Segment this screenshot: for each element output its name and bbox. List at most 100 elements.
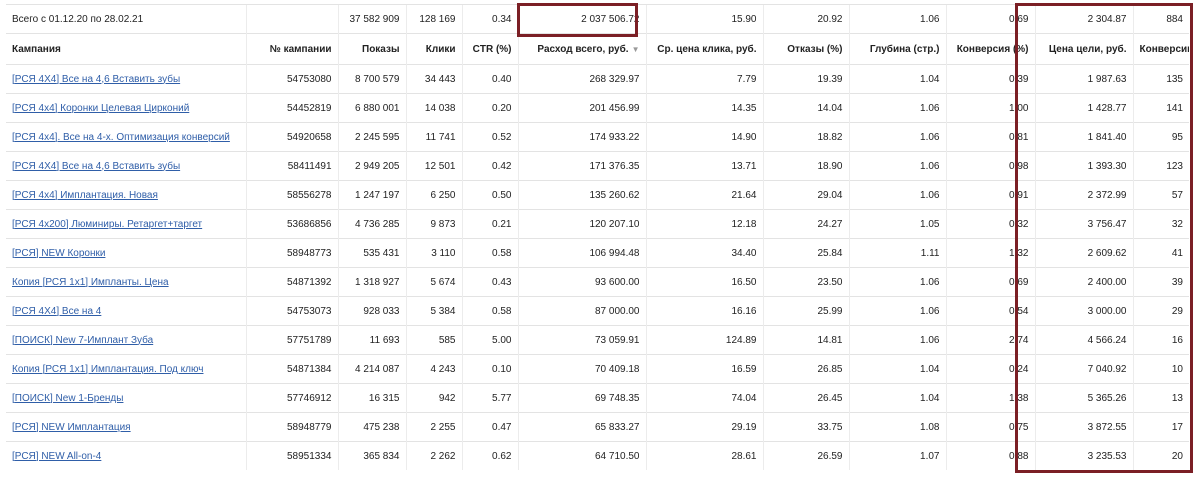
col-ctr-header[interactable]: CTR (%) [461,33,518,65]
col-conversions-header[interactable]: Конверсии [1132,33,1189,65]
goal-cost-cell: 2 372.99 [1034,180,1133,210]
campaign-name-cell: Копия [РСЯ 1х1] Имплантация. Под ключ [6,354,246,384]
col-bounces-header[interactable]: Отказы (%) [762,33,849,65]
conversion-cell: 0.98 [945,151,1035,181]
totals-row: Всего с 01.12.20 по 28.02.21 37 582 909 … [6,4,1189,34]
impressions-cell: 365 834 [337,441,406,470]
ctr-cell: 0.21 [461,209,518,239]
avg-cpc-cell: 21.64 [645,180,763,210]
ctr-cell: 5.00 [461,325,518,355]
spend-cell: 64 710.50 [517,441,646,470]
table-row: [РСЯ] NEW Коронки 58948773 535 431 3 110 0.5… [6,238,1189,268]
impressions-cell: 2 949 205 [337,151,406,181]
spend-cell: 65 833.27 [517,412,646,442]
ctr-cell: 0.40 [461,64,518,94]
campaign-id: 58951334 [245,441,338,470]
campaign-link[interactable]: [РСЯ] NEW All-on-4 [12,451,101,462]
campaign-link[interactable]: [РСЯ 4х200] Люминиры. Ретаргет+таргет [12,219,202,230]
depth-cell: 1.06 [848,325,946,355]
campaign-name-cell: [ПОИСК] New 7-Имплант Зуба [6,325,246,355]
ctr-cell: 0.52 [461,122,518,152]
col-conversion-header[interactable]: Конверсия (%) [945,33,1035,65]
impressions-cell: 475 238 [337,412,406,442]
campaign-name-cell: [РСЯ 4х4] Имплантация. Новая [6,180,246,210]
impressions-cell: 928 033 [337,296,406,326]
ctr-cell: 0.58 [461,296,518,326]
col-depth-header[interactable]: Глубина (стр.) [848,33,946,65]
campaign-id: 54871384 [245,354,338,384]
conversion-cell: 0.88 [945,441,1035,470]
campaign-link[interactable]: [РСЯ 4Х4] Все на 4,6 Вставить зубы [12,161,180,172]
totals-depth: 1.06 [848,4,946,34]
spend-cell: 171 376.35 [517,151,646,181]
totals-clicks: 128 169 [405,4,462,34]
avg-cpc-cell: 16.50 [645,267,763,297]
campaign-name-cell: [РСЯ] NEW Имплантация [6,412,246,442]
campaign-id: 54452819 [245,93,338,123]
campaign-link[interactable]: [РСЯ] NEW Коронки [12,248,105,259]
goal-cost-cell: 5 365.26 [1034,383,1133,413]
conversion-cell: 2.74 [945,325,1035,355]
conversions-cell: 41 [1132,238,1189,268]
sort-down-icon[interactable]: ▼ [632,45,640,54]
depth-cell: 1.06 [848,267,946,297]
col-impressions-header[interactable]: Показы [337,33,406,65]
conversions-cell: 16 [1132,325,1189,355]
clicks-cell: 585 [405,325,462,355]
avg-cpc-cell: 29.19 [645,412,763,442]
campaign-link[interactable]: [РСЯ 4х4] Коронки Целевая Цирконий [12,103,189,114]
campaign-id: 54753080 [245,64,338,94]
col-clicks-header[interactable]: Клики [405,33,462,65]
impressions-cell: 535 431 [337,238,406,268]
avg-cpc-cell: 16.59 [645,354,763,384]
depth-cell: 1.06 [848,180,946,210]
table-row: [РСЯ 4х200] Люминиры. Ретаргет+таргет 536… [6,209,1189,239]
campaign-link[interactable]: Копия [РСЯ 1х1] Имплантация. Под ключ [12,364,203,375]
goal-cost-cell: 3 756.47 [1034,209,1133,239]
totals-spend: 2 037 506.72 [517,4,646,34]
col-goal-cost-header[interactable]: Цена цели, руб. [1034,33,1133,65]
conversion-cell: 0.75 [945,412,1035,442]
clicks-cell: 11 741 [405,122,462,152]
clicks-cell: 14 038 [405,93,462,123]
campaign-link[interactable]: [РСЯ 4х4]. Все на 4-х. Оптимизация конве… [12,132,230,143]
spend-cell: 106 994.48 [517,238,646,268]
bounces-cell: 19.39 [762,64,849,94]
campaign-link[interactable]: [РСЯ 4Х4] Все на 4 [12,306,101,317]
ctr-cell: 0.43 [461,267,518,297]
campaign-link[interactable]: [РСЯ 4х4] Имплантация. Новая [12,190,158,201]
avg-cpc-cell: 124.89 [645,325,763,355]
campaign-link[interactable]: [РСЯ] NEW Имплантация [12,422,131,433]
conversions-cell: 13 [1132,383,1189,413]
campaign-link[interactable]: [РСЯ 4Х4] Все на 4,6 Вставить зубы [12,74,180,85]
bounces-cell: 33.75 [762,412,849,442]
col-campaign-header[interactable]: Кампания [6,33,246,65]
impressions-cell: 6 880 001 [337,93,406,123]
clicks-cell: 6 250 [405,180,462,210]
goal-cost-cell: 1 428.77 [1034,93,1133,123]
conversion-cell: 0.54 [945,296,1035,326]
col-spend-header[interactable]: Расход всего, руб. ▼ [517,33,646,65]
campaign-link[interactable]: [ПОИСК] New 7-Имплант Зуба [12,335,153,346]
totals-bounces: 20.92 [762,4,849,34]
goal-cost-cell: 1 393.30 [1034,151,1133,181]
table-row: [РСЯ 4Х4] Все на 4,6 Вставить зубы 584114… [6,151,1189,181]
clicks-cell: 2 262 [405,441,462,470]
conversions-cell: 135 [1132,64,1189,94]
conversion-cell: 0.81 [945,122,1035,152]
campaign-name-cell: [РСЯ 4х4] Коронки Целевая Цирконий [6,93,246,123]
conversions-cell: 57 [1132,180,1189,210]
table-row: [ПОИСК] New 1-Бренды 57746912 16 315 942 5.7… [6,383,1189,413]
impressions-cell: 2 245 595 [337,122,406,152]
campaign-link[interactable]: Копия [РСЯ 1х1] Импланты. Цена [12,277,169,288]
clicks-cell: 942 [405,383,462,413]
depth-cell: 1.06 [848,151,946,181]
campaign-name-cell: [РСЯ] NEW All-on-4 [6,441,246,470]
avg-cpc-cell: 14.35 [645,93,763,123]
campaign-link[interactable]: [ПОИСК] New 1-Бренды [12,393,123,404]
conversion-cell: 1.38 [945,383,1035,413]
col-avg-cpc-header[interactable]: Ср. цена клика, руб. [645,33,763,65]
col-campaign-id-header[interactable]: № кампании [245,33,338,65]
depth-cell: 1.08 [848,412,946,442]
campaign-id: 57751789 [245,325,338,355]
